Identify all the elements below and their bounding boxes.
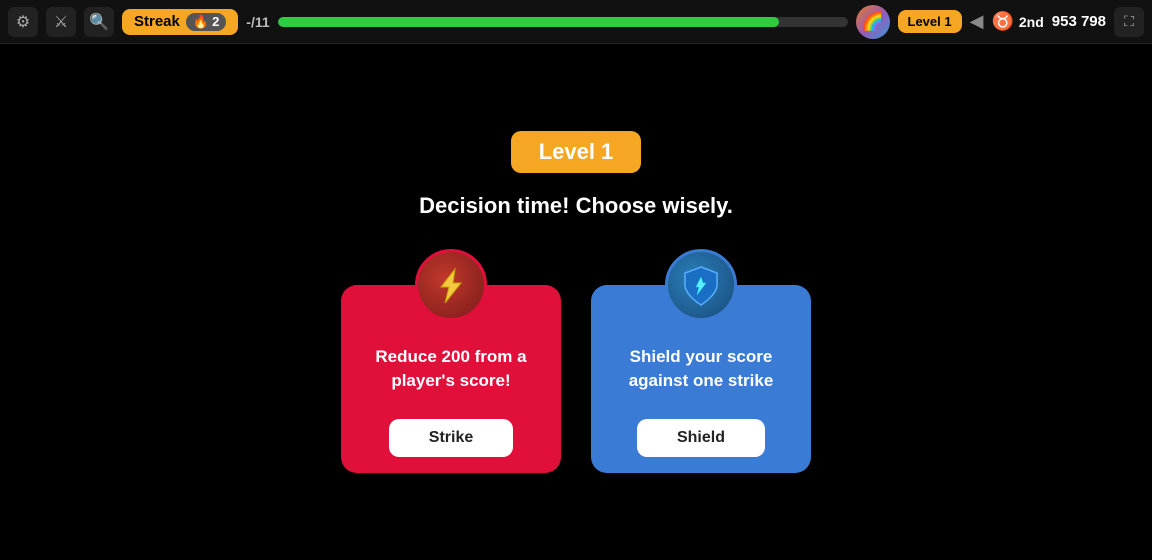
rank-value: 2nd xyxy=(1019,14,1044,30)
streak-count: 🔥 2 xyxy=(186,13,226,31)
zoom-icon: 🔍 xyxy=(89,12,109,32)
streak-label: Streak xyxy=(134,13,180,30)
strike-button[interactable]: Strike xyxy=(389,419,513,457)
shield-card-description: Shield your score against one strike xyxy=(591,335,811,415)
level-title-badge: Level 1 xyxy=(511,131,642,173)
shield-card-icon-wrapper xyxy=(665,249,737,321)
avatar[interactable]: 🌈 xyxy=(856,5,890,39)
shield-icon xyxy=(679,263,723,307)
settings-icon: ⚙ xyxy=(16,12,30,32)
main-content: Level 1 Decision time! Choose wisely. Re… xyxy=(0,44,1152,560)
lightning-icon xyxy=(431,265,471,305)
question-counter: -/11 xyxy=(246,14,269,30)
level-badge[interactable]: Level 1 xyxy=(898,10,962,33)
progress-bar-fill xyxy=(278,17,779,27)
strike-card[interactable]: Reduce 200 from a player's score! Strike xyxy=(341,285,561,473)
topbar: ⚙ ⚔ 🔍 Streak 🔥 2 -/11 🌈 Level 1 ◀ ♉ 2nd … xyxy=(0,0,1152,44)
shield-card[interactable]: Shield your score against one strike Shi… xyxy=(591,285,811,473)
fullscreen-icon: ⛶ xyxy=(1124,13,1134,30)
zoom-button[interactable]: 🔍 xyxy=(84,7,114,37)
shield-button[interactable]: Shield xyxy=(637,419,765,457)
arrow-icon: ◀ xyxy=(970,11,984,32)
settings-button[interactable]: ⚙ xyxy=(8,7,38,37)
score: 953 798 xyxy=(1052,13,1106,30)
strike-card-description: Reduce 200 from a player's score! xyxy=(341,335,561,415)
fullscreen-button[interactable]: ⛶ xyxy=(1114,7,1144,37)
decision-text: Decision time! Choose wisely. xyxy=(419,193,733,219)
cards-row: Reduce 200 from a player's score! Strike… xyxy=(341,249,811,473)
streak-badge[interactable]: Streak 🔥 2 xyxy=(122,9,238,35)
streak-count-icon: 🔥 xyxy=(193,14,209,30)
sword-button[interactable]: ⚔ xyxy=(46,7,76,37)
sword-icon: ⚔ xyxy=(54,12,68,32)
strike-card-icon-wrapper xyxy=(415,249,487,321)
streak-count-value: 2 xyxy=(212,14,219,29)
rank-info: ♉ 2nd xyxy=(991,11,1043,32)
rank-icon: ♉ xyxy=(991,11,1013,32)
progress-bar xyxy=(278,17,848,27)
